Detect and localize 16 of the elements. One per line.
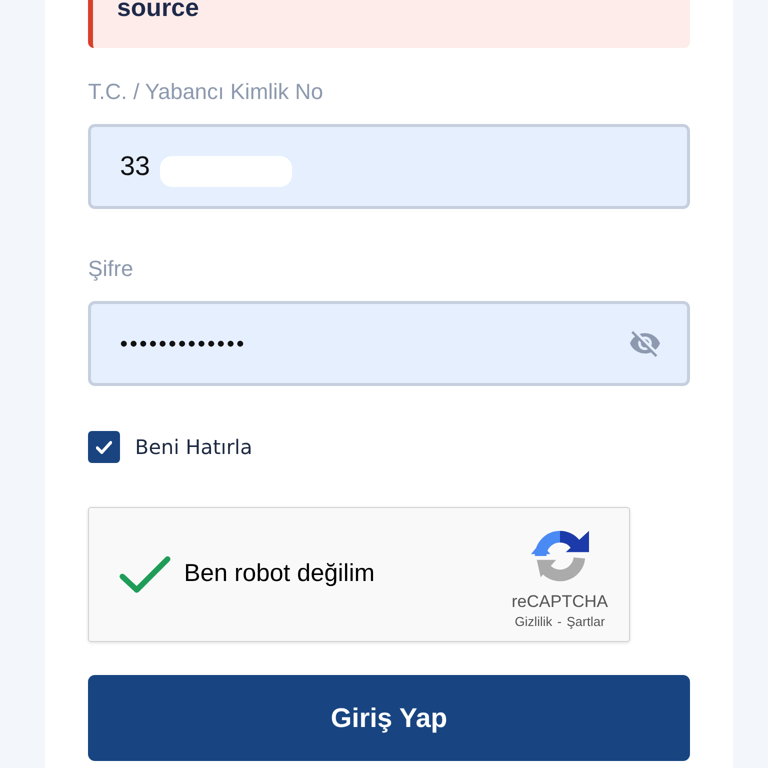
id-number-field[interactable]: 33	[88, 124, 690, 209]
captcha-label: Ben robot değilim	[184, 559, 375, 590]
check-icon[interactable]	[119, 555, 171, 594]
link-separator: -	[557, 614, 562, 630]
privacy-link[interactable]: Gizlilik	[514, 614, 552, 630]
login-button[interactable]: Giriş Yap	[88, 675, 690, 761]
check-icon	[96, 440, 112, 454]
terms-link[interactable]: Şartlar	[566, 614, 605, 630]
captcha-brand-text: reCAPTCHA	[512, 592, 608, 612]
eye-slash-icon[interactable]	[630, 330, 660, 356]
remember-me-checkbox[interactable]	[88, 431, 120, 463]
error-alert: source	[88, 0, 690, 48]
remember-me-label[interactable]: Beni Hatırla	[135, 432, 252, 462]
password-field[interactable]: •••••••••••••	[88, 301, 690, 386]
field-label: T.C. / Yabancı Kimlik No	[88, 79, 324, 105]
field-label: Şifre	[88, 256, 134, 282]
